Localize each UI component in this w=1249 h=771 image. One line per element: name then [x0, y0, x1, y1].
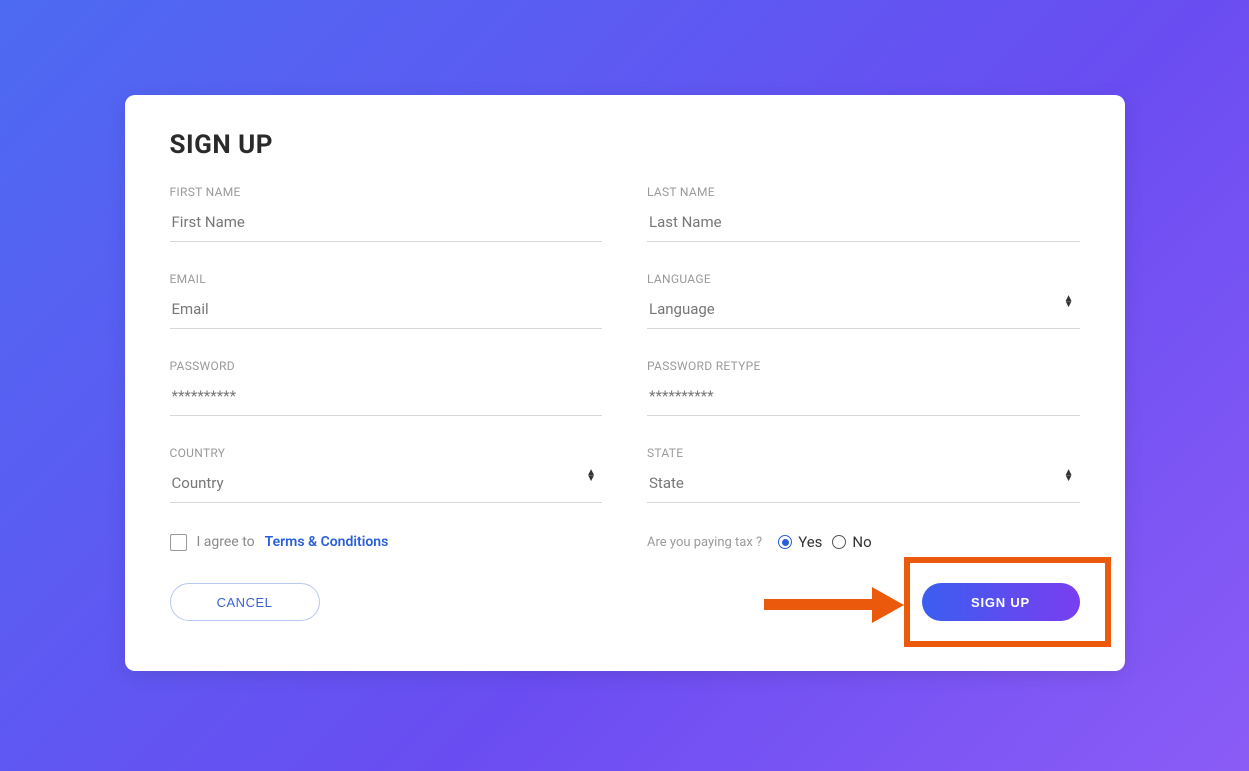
- last-name-input[interactable]: [647, 207, 1080, 242]
- radio-selected-icon: [778, 535, 792, 549]
- language-field: LANGUAGE ▲▼: [647, 272, 1080, 329]
- state-label: STATE: [647, 446, 1080, 460]
- signup-button[interactable]: SIGN UP: [922, 583, 1080, 621]
- form-grid: FIRST NAME LAST NAME EMAIL LANGUAGE ▲▼ P…: [170, 185, 1080, 503]
- signup-card: SIGN UP FIRST NAME LAST NAME EMAIL LANGU…: [125, 95, 1125, 671]
- first-name-label: FIRST NAME: [170, 185, 603, 199]
- terms-link[interactable]: Terms & Conditions: [265, 534, 389, 550]
- annotation-arrow-icon: [764, 593, 904, 617]
- tax-yes-label: Yes: [798, 533, 822, 551]
- first-name-field: FIRST NAME: [170, 185, 603, 242]
- tax-no-group[interactable]: No: [832, 533, 871, 551]
- password-retype-field: PASSWORD RETYPE: [647, 359, 1080, 416]
- tax-wrap: Are you paying tax ? Yes No: [647, 533, 1080, 551]
- tax-no-label: No: [852, 533, 871, 551]
- password-field: PASSWORD: [170, 359, 603, 416]
- password-input[interactable]: [170, 381, 603, 416]
- password-retype-label: PASSWORD RETYPE: [647, 359, 1080, 373]
- email-input[interactable]: [170, 294, 603, 329]
- tax-yes-group[interactable]: Yes: [778, 533, 822, 551]
- tax-question: Are you paying tax ?: [647, 535, 762, 550]
- last-name-label: LAST NAME: [647, 185, 1080, 199]
- agree-wrap: I agree to Terms & Conditions: [170, 534, 603, 551]
- first-name-input[interactable]: [170, 207, 603, 242]
- buttons-row: CANCEL SIGN UP: [170, 583, 1080, 621]
- password-retype-input[interactable]: [647, 381, 1080, 416]
- email-label: EMAIL: [170, 272, 603, 286]
- email-field: EMAIL: [170, 272, 603, 329]
- password-label: PASSWORD: [170, 359, 603, 373]
- language-label: LANGUAGE: [647, 272, 1080, 286]
- last-name-field: LAST NAME: [647, 185, 1080, 242]
- country-label: COUNTRY: [170, 446, 603, 460]
- state-select[interactable]: [647, 468, 1080, 503]
- cancel-button[interactable]: CANCEL: [170, 583, 320, 621]
- signup-cell: SIGN UP: [647, 583, 1080, 621]
- country-select[interactable]: [170, 468, 603, 503]
- agree-text: I agree to: [197, 534, 255, 550]
- radio-empty-icon: [832, 535, 846, 549]
- agree-checkbox[interactable]: [170, 534, 187, 551]
- state-field: STATE ▲▼: [647, 446, 1080, 503]
- language-select[interactable]: [647, 294, 1080, 329]
- page-title: SIGN UP: [170, 130, 1080, 160]
- options-row: I agree to Terms & Conditions Are you pa…: [170, 533, 1080, 551]
- country-field: COUNTRY ▲▼: [170, 446, 603, 503]
